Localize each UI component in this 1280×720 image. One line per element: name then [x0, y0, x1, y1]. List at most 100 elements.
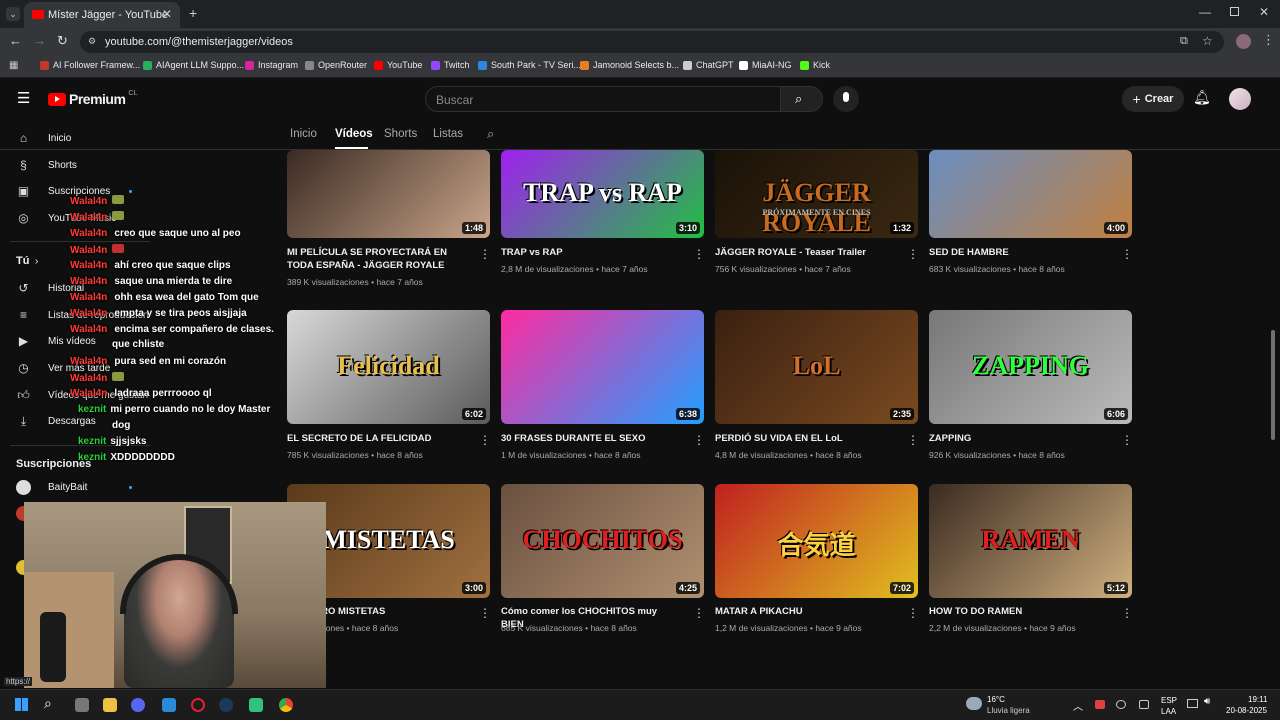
tray-app-icon[interactable] — [1139, 700, 1149, 709]
create-button[interactable]: + Crear — [1122, 86, 1184, 112]
tab-inicio[interactable]: Inicio — [290, 128, 317, 140]
video-thumbnail[interactable]: RAMEN 5:12 — [929, 484, 1132, 598]
video-thumbnail[interactable]: CHOCHITOS 4:25 — [501, 484, 704, 598]
video-title[interactable]: TRAP vs RAP — [501, 246, 681, 259]
tab-list-icon[interactable]: ⌄ — [6, 7, 20, 21]
notifications-bell-icon[interactable]: 🔔︎ — [1193, 89, 1211, 106]
bookmark-star-icon[interactable]: ☆ — [1202, 34, 1213, 48]
youtube-header: ☰ Premium CL Buscar ⌕ + Crear 🔔︎ — [0, 78, 1280, 120]
tab-listas[interactable]: Listas — [433, 128, 463, 140]
more-actions-icon[interactable]: ⋮ — [479, 607, 491, 619]
channel-search-icon[interactable]: ⌕ — [487, 126, 494, 142]
more-actions-icon[interactable]: ⋮ — [1121, 248, 1133, 260]
video-thumbnail[interactable]: 1:48 — [287, 150, 490, 238]
bookmark-item[interactable]: AI Follower Framew... — [40, 60, 140, 70]
more-actions-icon[interactable]: ⋮ — [693, 248, 705, 260]
sidebar-item-shorts[interactable]: § Shorts — [0, 155, 156, 175]
bookmark-item[interactable]: ChatGPT — [683, 60, 734, 70]
youtube-premium-logo[interactable]: Premium CL — [48, 90, 137, 107]
video-title[interactable]: 30 FRASES DURANTE EL SEXO — [501, 432, 681, 445]
taskbar-search-icon[interactable]: ⌕ — [44, 695, 52, 712]
bookmark-item[interactable]: South Park - TV Seri... — [478, 60, 581, 70]
more-actions-icon[interactable]: ⋮ — [907, 607, 919, 619]
volume-icon[interactable]: 🔊︎ — [1204, 696, 1210, 707]
address-bar[interactable]: ⚙ youtube.com/@themisterjagger/videos ⧉ … — [80, 31, 1224, 53]
steam-icon[interactable] — [219, 698, 233, 712]
windows-start-icon[interactable] — [15, 698, 28, 711]
video-title[interactable]: JÄGGER ROYALE - Teaser Trailer — [715, 246, 895, 259]
more-actions-icon[interactable]: ⋮ — [693, 434, 705, 446]
account-avatar[interactable] — [1229, 88, 1251, 110]
clock-time[interactable]: 19:11 — [1248, 695, 1267, 704]
more-actions-icon[interactable]: ⋮ — [907, 248, 919, 260]
video-title[interactable]: HOW TO DO RAMEN — [929, 605, 1109, 618]
video-thumbnail[interactable]: Felicidad 6:02 — [287, 310, 490, 424]
sidebar-item-inicio[interactable]: ⌂ Inicio — [0, 128, 156, 148]
network-icon[interactable] — [1187, 699, 1198, 708]
bookmark-item[interactable]: YouTube — [374, 60, 422, 70]
video-title[interactable]: SED DE HAMBRE — [929, 246, 1109, 259]
install-app-icon[interactable]: ⧉ — [1180, 35, 1188, 48]
video-title[interactable]: EL SECRETO DE LA FELICIDAD — [287, 432, 467, 445]
discord-icon[interactable] — [131, 698, 145, 712]
apps-grid-icon[interactable]: ▦ — [9, 60, 18, 71]
video-title[interactable]: MI PELÍCULA SE PROYECTARÁ EN TODA ESPAÑA… — [287, 246, 467, 272]
site-info-icon[interactable]: ⚙ — [88, 36, 96, 47]
tray-app-icon[interactable] — [1095, 700, 1105, 709]
video-title[interactable]: PERDIÓ SU VIDA EN EL LoL — [715, 432, 895, 445]
profile-avatar[interactable] — [1236, 34, 1251, 49]
more-actions-icon[interactable]: ⋮ — [479, 248, 491, 260]
weather-icon[interactable] — [966, 697, 982, 710]
bookmark-item[interactable]: OpenRouter — [305, 60, 367, 70]
browser-menu-icon[interactable]: ⋮ — [1262, 32, 1275, 48]
video-thumbnail[interactable]: LoL 2:35 — [715, 310, 918, 424]
new-tab-icon[interactable]: + — [189, 5, 197, 21]
close-window-icon[interactable]: ✕ — [1259, 5, 1269, 19]
video-thumbnail[interactable]: JÄGGER ROYALE PRÓXIMAMENTE EN CINES 1:32 — [715, 150, 918, 238]
scrollbar-thumb[interactable] — [1271, 330, 1275, 440]
tray-app-icon[interactable] — [1116, 700, 1126, 709]
more-actions-icon[interactable]: ⋮ — [907, 434, 919, 446]
video-thumbnail[interactable]: 4:00 — [929, 150, 1132, 238]
bookmark-item[interactable]: Kick — [800, 60, 830, 70]
back-icon[interactable]: ← — [9, 33, 22, 48]
bookmark-item[interactable]: Instagram — [245, 60, 298, 70]
vscode-icon[interactable] — [162, 698, 176, 712]
forward-icon[interactable]: → — [33, 33, 46, 48]
sidebar-sub-baitybait[interactable]: BaityBait — [0, 477, 156, 497]
bookmark-item[interactable]: MiaAI-NG — [739, 60, 792, 70]
tray-chevron-icon[interactable]: ︿ — [1073, 698, 1083, 713]
language-code[interactable]: ESP — [1161, 696, 1177, 705]
video-thumbnail[interactable]: TRAP vs RAP 3:10 — [501, 150, 704, 238]
video-thumbnail[interactable]: 6:38 — [501, 310, 704, 424]
task-view-icon[interactable] — [75, 698, 89, 712]
more-actions-icon[interactable]: ⋮ — [1121, 607, 1133, 619]
bookmark-item[interactable]: Twitch — [431, 60, 470, 70]
more-actions-icon[interactable]: ⋮ — [1121, 434, 1133, 446]
more-actions-icon[interactable]: ⋮ — [693, 607, 705, 619]
opera-icon[interactable] — [191, 698, 205, 712]
search-button[interactable]: ⌕ — [781, 86, 823, 112]
file-explorer-icon[interactable] — [103, 698, 117, 712]
reload-icon[interactable]: ↻ — [57, 33, 68, 49]
video-thumbnail[interactable]: 合気道 7:02 — [715, 484, 918, 598]
video-thumbnail[interactable]: ZAPPING 6:06 — [929, 310, 1132, 424]
video-title[interactable]: ZAPPING — [929, 432, 1109, 445]
browser-tab[interactable]: Míster Jägger - YouTube ✕ — [24, 2, 180, 28]
bookmark-item[interactable]: Jamonoid Selects b... — [580, 60, 679, 70]
chrome-icon[interactable] — [279, 698, 293, 712]
bookmark-item[interactable]: AIAgent LLM Suppo... — [143, 60, 244, 70]
tab-shorts[interactable]: Shorts — [384, 128, 417, 140]
voice-search-button[interactable] — [833, 86, 859, 112]
clock-date[interactable]: 20-08-2025 — [1226, 706, 1267, 715]
layout-code[interactable]: LAA — [1161, 707, 1176, 716]
app-icon[interactable] — [249, 698, 263, 712]
more-actions-icon[interactable]: ⋮ — [479, 434, 491, 446]
tab-videos[interactable]: Vídeos — [335, 128, 373, 140]
close-tab-icon[interactable]: ✕ — [162, 7, 172, 21]
restore-icon[interactable] — [1230, 7, 1239, 16]
search-input[interactable]: Buscar — [425, 86, 781, 112]
video-title[interactable]: MATAR A PIKACHU — [715, 605, 895, 618]
menu-icon[interactable]: ☰ — [17, 89, 30, 107]
minimize-icon[interactable]: — — [1199, 5, 1211, 19]
